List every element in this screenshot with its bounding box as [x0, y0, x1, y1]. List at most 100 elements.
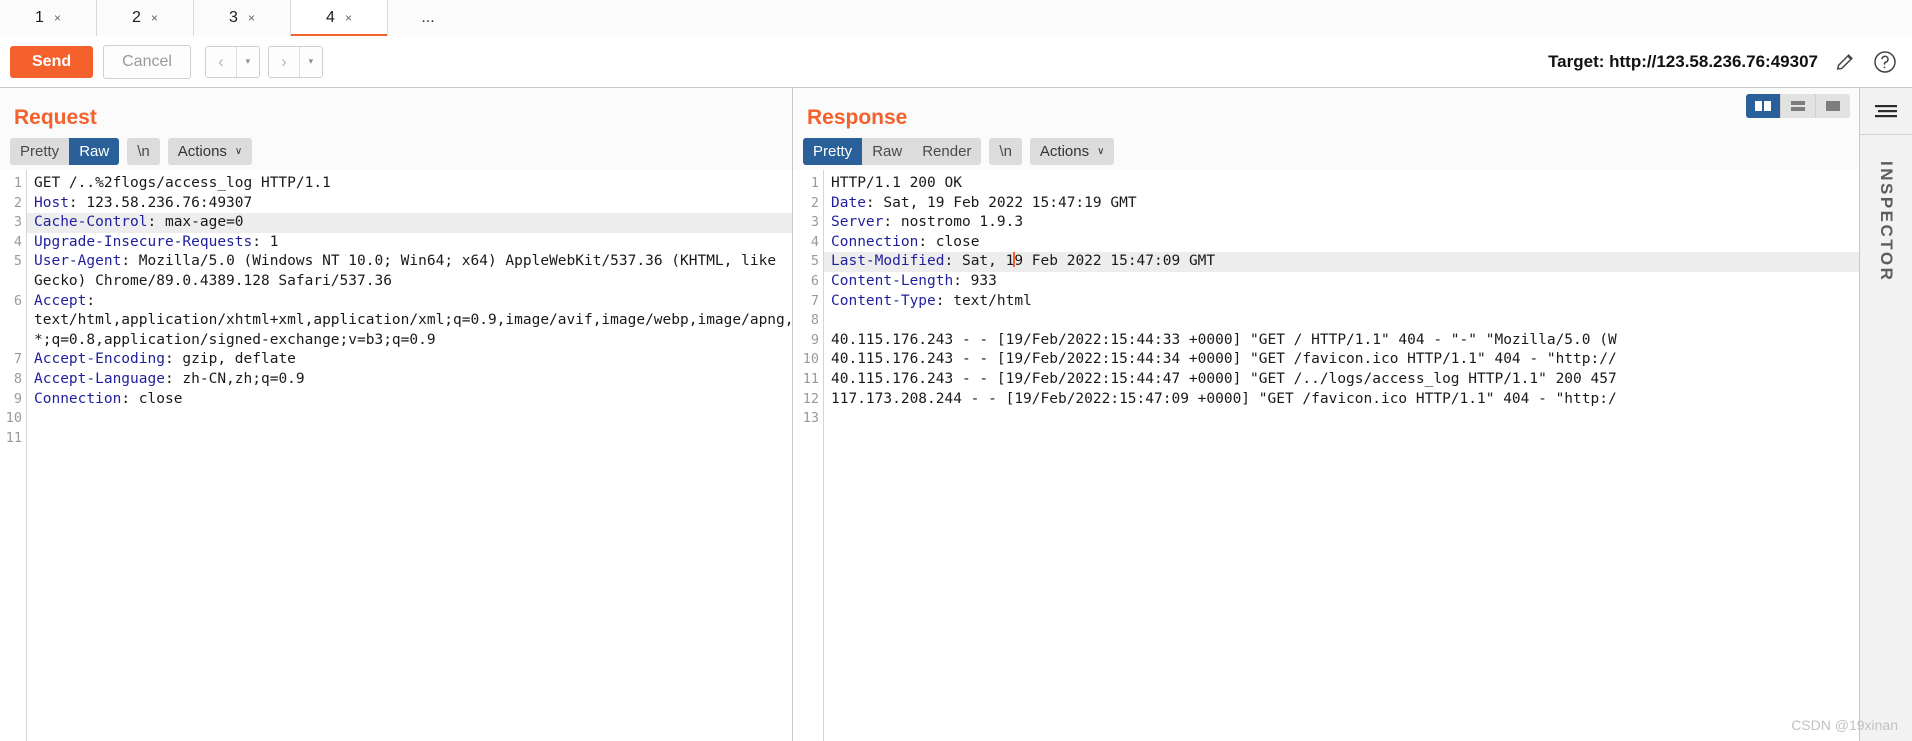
back-arrow-icon[interactable]: ‹ [206, 47, 236, 77]
editor-line: User-Agent: Mozilla/5.0 (Windows NT 10.0… [34, 253, 777, 270]
editor-line: GET /..%2flogs/access_log HTTP/1.1 [34, 175, 331, 191]
request-newline-segment: \n [127, 137, 160, 165]
pencil-icon[interactable] [1832, 49, 1858, 75]
response-pane: Response Pretty Raw Render \n Actions ∨ [793, 88, 1860, 741]
line-number: 13 [802, 410, 819, 427]
response-view-segment: Pretty Raw Render [803, 137, 982, 165]
line-number: 11 [5, 429, 22, 446]
request-title: Request [14, 106, 97, 129]
line-number [0, 331, 22, 351]
request-tab-pretty[interactable]: Pretty [10, 138, 69, 165]
response-tab-render[interactable]: Render [912, 138, 981, 165]
editor-line: *;q=0.8,application/signed-exchange;v=b3… [34, 331, 436, 348]
editor-line: Accept-Language: zh-CN,zh;q=0.9 [34, 370, 305, 387]
repeater-tab-3[interactable]: 3 × [194, 0, 291, 36]
repeater-tab-2[interactable]: 2 × [97, 0, 194, 36]
line-number: 6 [13, 292, 22, 309]
response-editor[interactable]: 1 2 3 4 5 6 7 8 9 10 11 12 13 HTTP/1.1 200 OK Date: S… [793, 170, 1860, 741]
editor-line: 117.173.208.244 - - [19/Feb/2022:15:47:0… [831, 390, 1617, 407]
split-vertical-icon[interactable] [1746, 94, 1781, 118]
response-actions-label: Actions [1039, 142, 1090, 160]
request-actions-label: Actions [177, 142, 227, 160]
editor-line: Connection: close [34, 390, 183, 407]
text-caret [1013, 252, 1016, 268]
burp-repeater-window: 1 × 2 × 3 × 4 × ... Send Cancel ‹ ▾ › ▾ … [0, 0, 1912, 741]
request-header: Request [0, 88, 792, 132]
repeater-tab-4[interactable]: 4 × [291, 0, 388, 37]
repeater-tab-2-close-icon[interactable]: × [151, 11, 158, 25]
editor-line: Cache-Control: max-age=0 [27, 213, 792, 233]
editor-line: Connection: close [831, 233, 980, 250]
editor-panes: Request Pretty Raw \n Actions ∨ 1 2 3 4 5 6 … [0, 88, 1860, 741]
repeater-tab-overflow[interactable]: ... [388, 0, 468, 36]
editor-line: Content-Length: 933 [831, 272, 997, 289]
header-name: Connection [831, 233, 919, 250]
response-text[interactable]: HTTP/1.1 200 OK Date: Sat, 19 Feb 2022 15… [823, 170, 1860, 741]
request-tab-newline[interactable]: \n [127, 138, 160, 165]
line-number: 1 [13, 175, 22, 191]
line-number: 9 [810, 331, 819, 348]
forward-arrow-icon[interactable]: › [269, 47, 299, 77]
line-number: 9 [13, 390, 22, 407]
back-dropdown-caret-icon[interactable]: ▾ [235, 46, 259, 77]
editor-line: Last-Modified: Sat, 19 Feb 2022 15:47:09… [824, 252, 1860, 272]
editor-line: Content-Type: text/html [831, 292, 1032, 309]
repeater-tab-1-close-icon[interactable]: × [54, 11, 61, 25]
repeater-tab-3-label: 3 [229, 9, 238, 26]
request-actions-button[interactable]: Actions ∨ [167, 137, 253, 165]
request-text[interactable]: GET /..%2flogs/access_log HTTP/1.1 Host: … [26, 170, 792, 741]
line-number [0, 272, 22, 292]
request-tab-raw[interactable]: Raw [69, 137, 120, 165]
response-actions-button[interactable]: Actions ∨ [1029, 137, 1115, 165]
watermark: CSDN @19xinan [1791, 717, 1898, 733]
repeater-tab-1[interactable]: 1 × [0, 0, 97, 36]
response-line-numbers: 1 2 3 4 5 6 7 8 9 10 11 12 13 [793, 170, 823, 741]
help-icon[interactable] [1872, 49, 1898, 75]
target-area: Target: http://123.58.236.76:49307 [1548, 49, 1902, 75]
split-horizontal-icon[interactable] [1781, 94, 1816, 118]
single-pane-icon[interactable] [1816, 94, 1850, 118]
line-number: 7 [13, 351, 22, 368]
repeater-tab-4-close-icon[interactable]: × [345, 11, 352, 25]
editor-line: 40.115.176.243 - - [19/Feb/2022:15:44:34… [831, 351, 1617, 368]
editor-line: HTTP/1.1 200 OK [831, 175, 962, 191]
line-number: 8 [810, 312, 819, 329]
line-number: 5 [810, 253, 819, 270]
repeater-tab-2-label: 2 [132, 9, 141, 26]
header-name: Accept-Language [34, 370, 165, 387]
line-number: 5 [13, 253, 22, 270]
repeater-tab-strip: 1 × 2 × 3 × 4 × ... [0, 0, 1912, 37]
line-number: 10 [5, 410, 22, 427]
forward-dropdown-caret-icon[interactable]: ▾ [298, 46, 322, 77]
editor-line: Host: 123.58.236.76:49307 [34, 194, 253, 211]
editor-line: 40.115.176.243 - - [19/Feb/2022:15:44:47… [831, 370, 1617, 387]
target-label: Target: http://123.58.236.76:49307 [1548, 51, 1818, 71]
header-name: Connection [34, 390, 122, 407]
line-number: 2 [13, 194, 22, 211]
line-number: 4 [810, 233, 819, 250]
response-tab-pretty[interactable]: Pretty [803, 137, 863, 165]
repeater-tab-3-close-icon[interactable]: × [248, 11, 255, 25]
response-tab-raw[interactable]: Raw [862, 138, 912, 165]
response-newline-segment: \n [989, 137, 1022, 165]
header-name: Last-Modified [831, 253, 945, 270]
response-tab-newline[interactable]: \n [989, 138, 1022, 165]
cancel-button[interactable]: Cancel [103, 44, 191, 79]
forward-nav-group[interactable]: › ▾ [267, 45, 323, 78]
back-nav-group[interactable]: ‹ ▾ [204, 45, 260, 78]
header-name: Cache-Control [34, 214, 148, 231]
line-number [0, 311, 22, 331]
editor-line: Upgrade-Insecure-Requests: 1 [34, 233, 279, 250]
send-button[interactable]: Send [10, 45, 94, 78]
request-tabbar: Pretty Raw \n Actions ∨ [0, 132, 792, 170]
hamburger-icon[interactable] [1860, 88, 1912, 135]
inspector-label[interactable]: INSPECTOR [1876, 161, 1896, 282]
request-editor[interactable]: 1 2 3 4 5 6 7 8 9 10 11 GET /..%2flogs/access_lo… [0, 170, 792, 741]
chevron-down-icon: ∨ [1097, 145, 1105, 157]
header-name: Content-Type [831, 292, 936, 309]
response-header: Response [793, 88, 1860, 132]
repeater-toolbar: Send Cancel ‹ ▾ › ▾ Target: http://123.5… [0, 36, 1912, 88]
inspector-rail: INSPECTOR [1859, 88, 1912, 741]
